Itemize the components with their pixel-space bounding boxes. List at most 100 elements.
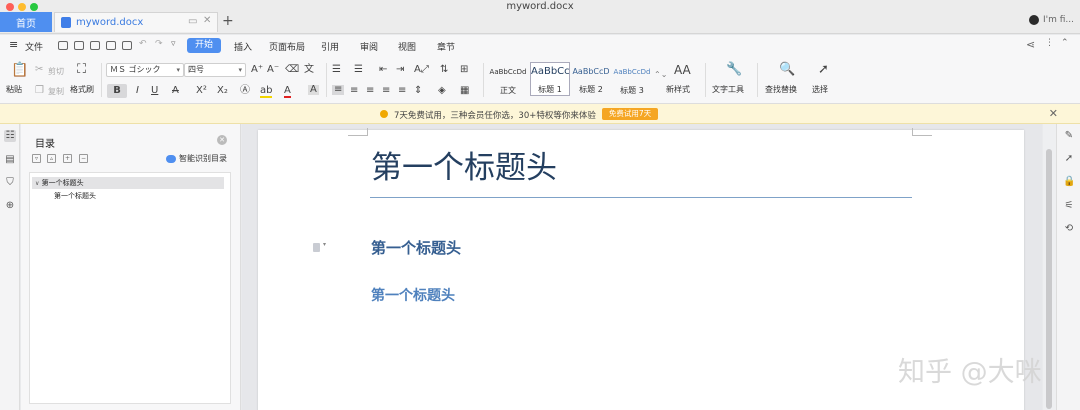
print-icon[interactable] bbox=[106, 41, 116, 50]
quick-access-dropdown-icon[interactable]: ▿ bbox=[171, 39, 176, 49]
scrollbar-thumb[interactable] bbox=[1046, 149, 1052, 409]
close-banner-icon[interactable]: ✕ bbox=[1049, 107, 1058, 120]
chinese-layout-icon[interactable]: A⤢ bbox=[414, 65, 429, 75]
distributed-icon[interactable]: ≡ bbox=[398, 86, 406, 96]
shrink-font-icon[interactable]: A⁻ bbox=[267, 65, 279, 75]
open-folder-icon[interactable] bbox=[58, 41, 68, 50]
new-style-icon[interactable]: AA bbox=[674, 64, 691, 76]
cut-icon[interactable]: ✂ bbox=[35, 65, 43, 75]
phonetic-guide-icon[interactable]: 文 bbox=[304, 65, 314, 75]
italic-icon[interactable]: I bbox=[136, 86, 139, 96]
expand-icon[interactable]: ▿ bbox=[32, 154, 41, 163]
heading-2[interactable]: 第一个标题头 bbox=[371, 285, 455, 305]
decrease-indent-icon[interactable]: ⇤ bbox=[379, 65, 387, 75]
edit-icon[interactable]: ✎ bbox=[1063, 130, 1075, 142]
smart-toc-button[interactable]: 智能识别目录 bbox=[166, 153, 227, 164]
tab-home[interactable]: 首页 bbox=[0, 12, 52, 32]
print-preview-icon[interactable] bbox=[122, 41, 132, 50]
undo-icon[interactable]: ↶ bbox=[139, 39, 147, 49]
bold-icon[interactable]: B bbox=[107, 84, 127, 98]
justify-icon[interactable]: ≡ bbox=[382, 86, 390, 96]
align-right-icon[interactable]: ≡ bbox=[366, 86, 374, 96]
style-heading-3[interactable]: AaBbCcDd 标题 3 bbox=[612, 62, 652, 96]
tab-close-icon[interactable]: ✕ bbox=[203, 15, 211, 26]
paste-icon[interactable]: 📋 bbox=[11, 63, 28, 77]
new-tab-icon[interactable]: + bbox=[222, 13, 234, 29]
vertical-scrollbar[interactable] bbox=[1043, 124, 1056, 410]
border-icon[interactable]: ▦ bbox=[460, 86, 469, 96]
menu-file[interactable]: 文件 bbox=[25, 40, 43, 53]
style-heading-2[interactable]: AaBbCcD 标题 2 bbox=[571, 62, 611, 96]
new-style-button[interactable]: 新样式 bbox=[666, 84, 690, 95]
document-page[interactable]: 第一个标题头 ▾ 第一个标题头 第一个标题头 知乎 @大咪 bbox=[258, 128, 1042, 410]
strikethrough-icon[interactable]: A bbox=[172, 86, 179, 96]
toc-item[interactable]: 第一个标题头 bbox=[54, 191, 96, 201]
style-normal[interactable]: AaBbCcDd 正文 bbox=[488, 62, 528, 96]
cut-button[interactable]: 剪切 bbox=[48, 66, 64, 77]
free-trial-button[interactable]: 免费试用7天 bbox=[602, 108, 658, 120]
menu-insert[interactable]: 插入 bbox=[234, 40, 252, 53]
align-center-icon[interactable]: ≡ bbox=[350, 86, 358, 96]
toc-item[interactable]: ∨ 第一个标题头 bbox=[32, 177, 224, 189]
bullet-list-icon[interactable]: ☰ bbox=[332, 65, 341, 75]
copy-icon[interactable]: ❐ bbox=[35, 86, 44, 96]
export-icon[interactable] bbox=[90, 41, 100, 50]
history-icon[interactable]: ⟲ bbox=[1063, 223, 1075, 235]
chevron-down-icon[interactable]: ∨ bbox=[35, 180, 39, 187]
subscript-icon[interactable]: X₂ bbox=[217, 86, 228, 96]
style-heading-1[interactable]: AaBbCcI 标题 1 bbox=[530, 62, 570, 96]
shading-icon[interactable]: ◈ bbox=[438, 86, 446, 96]
text-tools-icon[interactable]: 🔧 bbox=[726, 63, 742, 76]
close-panel-icon[interactable]: ✕ bbox=[217, 135, 227, 145]
copy-button[interactable]: 复制 bbox=[48, 86, 64, 97]
heading-1[interactable]: 第一个标题头 bbox=[371, 237, 461, 258]
clear-format-icon[interactable]: ⌫ bbox=[285, 65, 299, 75]
add-level-icon[interactable]: + bbox=[63, 154, 72, 163]
find-replace-button[interactable]: 查找替换 bbox=[765, 84, 797, 95]
format-painter-icon[interactable]: ⛶ bbox=[77, 63, 86, 76]
tab-pin-icon[interactable]: ▭ bbox=[188, 16, 197, 27]
toc-icon[interactable]: ☷ bbox=[4, 130, 16, 142]
font-color-icon[interactable]: A bbox=[284, 86, 291, 98]
numbered-list-icon[interactable]: ☰ bbox=[354, 65, 363, 75]
bookmark-icon[interactable]: ⛉ bbox=[4, 177, 16, 189]
paragraph-menu-icon[interactable] bbox=[313, 243, 320, 252]
share-icon[interactable]: ⋖ bbox=[1026, 38, 1035, 51]
menu-reference[interactable]: 引用 bbox=[321, 40, 339, 53]
redo-icon[interactable]: ↷ bbox=[155, 39, 163, 49]
paste-button[interactable]: 粘贴 bbox=[6, 84, 22, 95]
lock-icon[interactable]: 🔒 bbox=[1063, 176, 1075, 188]
pointer-icon[interactable]: ➚ bbox=[1063, 153, 1075, 165]
font-size-select[interactable]: 四号 ▾ bbox=[184, 63, 246, 77]
remove-level-icon[interactable]: − bbox=[79, 154, 88, 163]
table-border-icon[interactable]: ⊞ bbox=[460, 65, 468, 75]
select-button[interactable]: 选择 bbox=[812, 84, 828, 95]
font-name-select[interactable]: ＭＳ ゴシック ▾ bbox=[106, 63, 184, 77]
hamburger-menu-icon[interactable]: ≡ bbox=[9, 38, 18, 51]
chevron-down-icon[interactable]: ▾ bbox=[323, 241, 326, 248]
underline-icon[interactable]: U bbox=[151, 86, 158, 96]
line-spacing-icon[interactable]: ⇕ bbox=[414, 86, 422, 96]
pages-icon[interactable]: ▤ bbox=[4, 154, 16, 166]
cursor-icon[interactable]: ➚ bbox=[818, 63, 829, 76]
highlight-icon[interactable]: ab bbox=[260, 86, 273, 98]
find-icon[interactable]: ⊕ bbox=[4, 200, 16, 212]
text-tools-button[interactable]: 文字工具 bbox=[712, 84, 744, 95]
align-left-icon[interactable]: ≡ bbox=[332, 85, 345, 95]
char-shading-icon[interactable]: A bbox=[308, 85, 319, 95]
search-icon[interactable]: 🔍 bbox=[779, 63, 795, 76]
menu-view[interactable]: 视图 bbox=[398, 40, 416, 53]
user-account[interactable]: I'm fi... bbox=[1028, 15, 1074, 25]
menu-start[interactable]: 开始 bbox=[187, 38, 221, 53]
menu-review[interactable]: 审阅 bbox=[360, 40, 378, 53]
style-gallery-more-icon[interactable]: ⌃⌄ bbox=[654, 71, 667, 79]
save-icon[interactable] bbox=[74, 41, 84, 50]
grow-font-icon[interactable]: A⁺ bbox=[251, 65, 263, 75]
increase-indent-icon[interactable]: ⇥ bbox=[396, 65, 404, 75]
more-options-icon[interactable]: ⋮ bbox=[1045, 38, 1054, 48]
menu-layout[interactable]: 页面布局 bbox=[269, 40, 305, 53]
sort-icon[interactable]: ⇅ bbox=[440, 65, 448, 75]
settings-sliders-icon[interactable]: ⚟ bbox=[1063, 200, 1075, 212]
superscript-icon[interactable]: X² bbox=[196, 86, 207, 96]
menu-chapter[interactable]: 章节 bbox=[437, 40, 455, 53]
